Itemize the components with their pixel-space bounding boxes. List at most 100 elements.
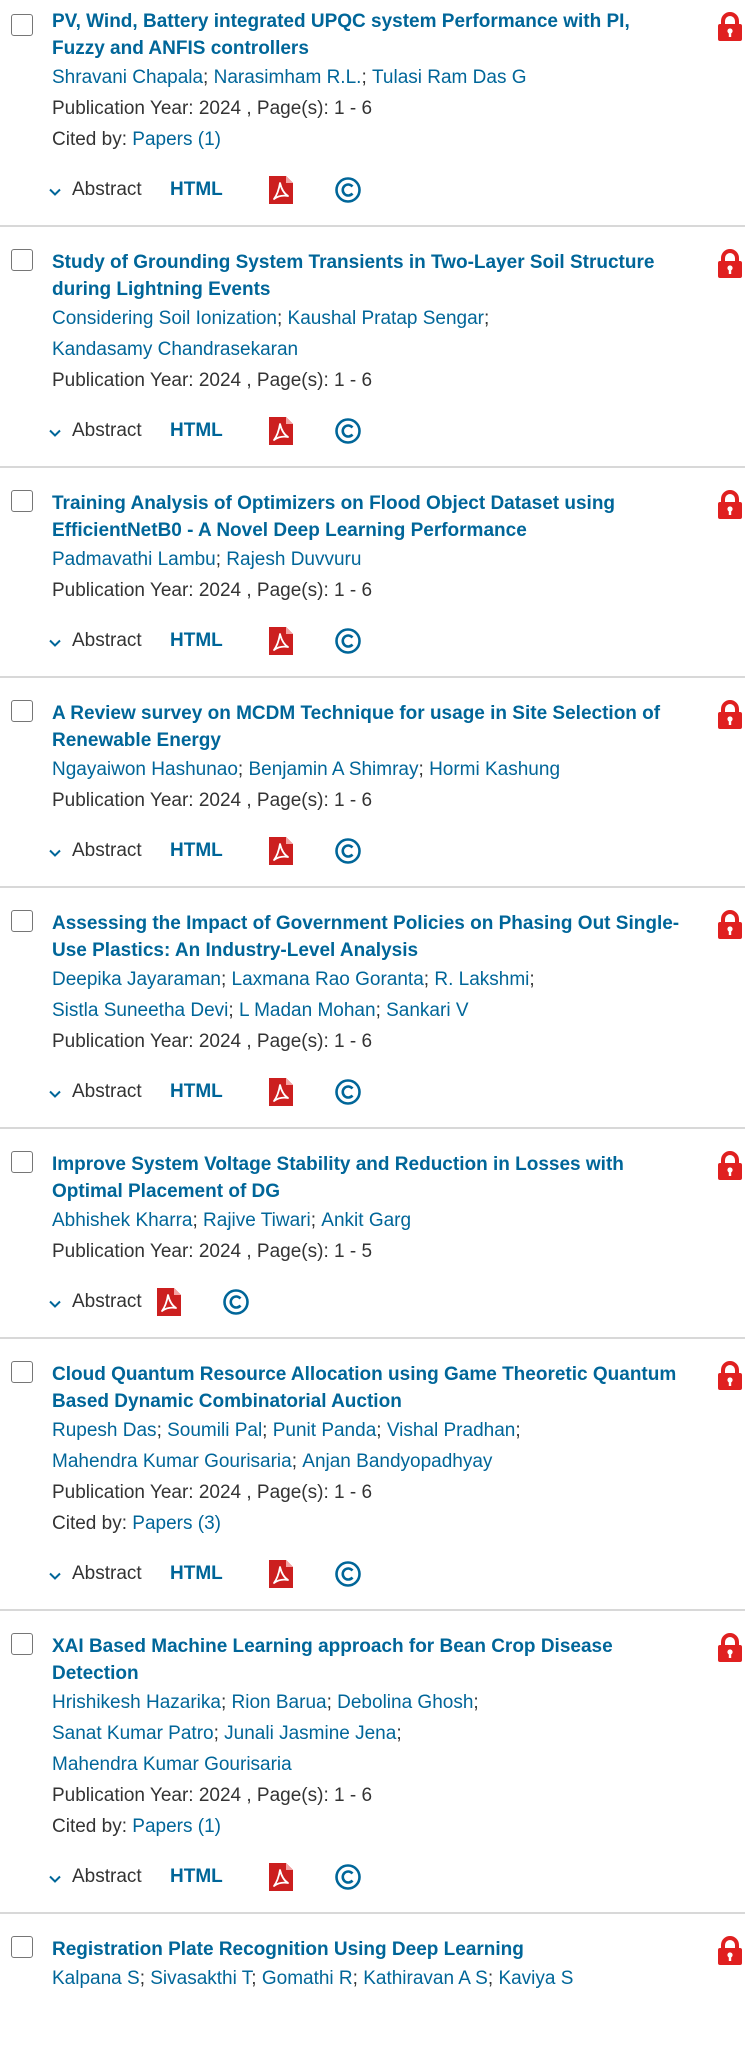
- copyright-icon[interactable]: [334, 837, 362, 865]
- html-link[interactable]: HTML: [170, 1563, 268, 1585]
- author-separator: ;: [291, 1451, 303, 1472]
- abstract-toggle[interactable]: Abstract: [49, 1866, 170, 1888]
- cited-papers-link[interactable]: Papers (1): [132, 1816, 221, 1837]
- result-title-link[interactable]: XAI Based Machine Learning approach for …: [52, 1633, 683, 1687]
- select-checkbox[interactable]: [11, 1936, 33, 1958]
- copyright-icon[interactable]: [222, 1288, 250, 1316]
- copyright-icon[interactable]: [334, 417, 362, 445]
- pdf-icon[interactable]: [268, 175, 294, 205]
- select-checkbox[interactable]: [11, 910, 33, 932]
- result-title-link[interactable]: Training Analysis of Optimizers on Flood…: [52, 490, 683, 544]
- copyright-icon[interactable]: [334, 627, 362, 655]
- author-link[interactable]: Mahendra Kumar Gourisaria: [52, 1451, 292, 1472]
- author-link[interactable]: Rupesh Das: [52, 1420, 157, 1441]
- author-link[interactable]: Gomathi R: [262, 1968, 353, 1989]
- author-separator: ;: [237, 759, 249, 780]
- abstract-toggle[interactable]: Abstract: [49, 1563, 170, 1585]
- author-link[interactable]: Kaushal Pratap Sengar: [288, 308, 484, 329]
- author-link[interactable]: Junali Jasmine Jena: [224, 1723, 396, 1744]
- result-title-link[interactable]: Improve System Voltage Stability and Red…: [52, 1151, 683, 1205]
- html-link[interactable]: HTML: [170, 840, 268, 862]
- result-title-link[interactable]: Cloud Quantum Resource Allocation using …: [52, 1361, 683, 1415]
- author-link[interactable]: Narasimham R.L.: [214, 67, 362, 88]
- select-checkbox[interactable]: [11, 1361, 33, 1383]
- author-link[interactable]: Kandasamy Chandrasekaran: [52, 339, 298, 360]
- lock-icon: [717, 1633, 743, 1663]
- abstract-toggle[interactable]: Abstract: [49, 1081, 170, 1103]
- author-separator: ;: [529, 969, 540, 990]
- author-link[interactable]: Ngayaiwon Hashunao: [52, 759, 238, 780]
- html-link[interactable]: HTML: [170, 1081, 268, 1103]
- author-link[interactable]: Mahendra Kumar Gourisaria: [52, 1754, 292, 1775]
- copyright-icon[interactable]: [334, 1560, 362, 1588]
- author-link[interactable]: Hormi Kashung: [429, 759, 560, 780]
- author-link[interactable]: Vishal Pradhan: [387, 1420, 516, 1441]
- author-line: Abhishek Kharra; Rajive Tiwari; Ankit Ga…: [52, 1205, 683, 1236]
- pdf-icon[interactable]: [268, 1077, 294, 1107]
- copyright-icon[interactable]: [334, 1078, 362, 1106]
- select-checkbox[interactable]: [11, 1633, 33, 1655]
- copyright-icon[interactable]: [334, 1863, 362, 1891]
- author-link[interactable]: Benjamin A Shimray: [248, 759, 418, 780]
- select-checkbox[interactable]: [11, 1151, 33, 1173]
- select-checkbox[interactable]: [11, 14, 33, 36]
- author-link[interactable]: Rion Barua: [232, 1692, 327, 1713]
- select-checkbox[interactable]: [11, 490, 33, 512]
- author-link[interactable]: Sistla Suneetha Devi: [52, 1000, 228, 1021]
- abstract-toggle[interactable]: Abstract: [49, 630, 170, 652]
- abstract-toggle[interactable]: Abstract: [49, 420, 170, 442]
- result-title-link[interactable]: Assessing the Impact of Government Polic…: [52, 910, 683, 964]
- author-link[interactable]: Shravani Chapala: [52, 67, 203, 88]
- author-link[interactable]: Kalpana S: [52, 1968, 140, 1989]
- author-link[interactable]: Kaviya S: [498, 1968, 573, 1989]
- author-link[interactable]: Abhishek Kharra: [52, 1210, 192, 1231]
- author-link[interactable]: Hrishikesh Hazarika: [52, 1692, 221, 1713]
- author-separator: ;: [220, 969, 232, 990]
- result-title-link[interactable]: A Review survey on MCDM Technique for us…: [52, 700, 683, 754]
- author-link[interactable]: R. Lakshmi: [434, 969, 529, 990]
- result-title-link[interactable]: Registration Plate Recognition Using Dee…: [52, 1936, 683, 1963]
- result-title-link[interactable]: Study of Grounding System Transients in …: [52, 249, 683, 303]
- abstract-toggle[interactable]: Abstract: [49, 840, 170, 862]
- author-link[interactable]: Rajive Tiwari: [203, 1210, 311, 1231]
- select-checkbox[interactable]: [11, 700, 33, 722]
- cited-papers-link[interactable]: Papers (1): [132, 129, 221, 150]
- author-link[interactable]: Punit Panda: [273, 1420, 377, 1441]
- author-link[interactable]: Considering Soil Ionization: [52, 308, 277, 329]
- html-link[interactable]: HTML: [170, 179, 268, 201]
- author-link[interactable]: Kathiravan A S: [363, 1968, 488, 1989]
- author-link[interactable]: Sanat Kumar Patro: [52, 1723, 214, 1744]
- cited-papers-link[interactable]: Papers (3): [132, 1513, 221, 1534]
- author-separator: ;: [276, 308, 288, 329]
- author-link[interactable]: Laxmana Rao Goranta: [232, 969, 424, 990]
- result-item: Training Analysis of Optimizers on Flood…: [0, 468, 745, 678]
- author-link[interactable]: Tulasi Ram Das G: [372, 67, 527, 88]
- author-link[interactable]: Sivasakthi T: [150, 1968, 251, 1989]
- abstract-toggle[interactable]: Abstract: [49, 1291, 156, 1313]
- author-link[interactable]: Soumili Pal: [167, 1420, 262, 1441]
- select-checkbox[interactable]: [11, 249, 33, 271]
- author-link[interactable]: Anjan Bandyopadhyay: [302, 1451, 492, 1472]
- author-link[interactable]: Rajesh Duvvuru: [226, 549, 361, 570]
- pdf-icon[interactable]: [268, 1862, 294, 1892]
- pdf-icon[interactable]: [268, 416, 294, 446]
- author-link[interactable]: Padmavathi Lambu: [52, 549, 216, 570]
- author-link[interactable]: Debolina Ghosh: [337, 1692, 473, 1713]
- html-link[interactable]: HTML: [170, 420, 268, 442]
- abstract-toggle[interactable]: Abstract: [49, 179, 170, 201]
- author-list: Shravani Chapala; Narasimham R.L.; Tulas…: [52, 62, 683, 93]
- author-link[interactable]: Ankit Garg: [321, 1210, 411, 1231]
- author-link[interactable]: Deepika Jayaraman: [52, 969, 221, 990]
- pdf-icon[interactable]: [268, 1559, 294, 1589]
- html-link[interactable]: HTML: [170, 630, 268, 652]
- result-title-link[interactable]: PV, Wind, Battery integrated UPQC system…: [52, 8, 683, 62]
- result-content: Cloud Quantum Resource Allocation using …: [49, 1347, 683, 1601]
- html-link[interactable]: HTML: [170, 1866, 268, 1888]
- pdf-icon[interactable]: [268, 626, 294, 656]
- copyright-icon[interactable]: [334, 176, 362, 204]
- author-link[interactable]: Sankari V: [386, 1000, 468, 1021]
- pdf-icon[interactable]: [268, 836, 294, 866]
- pdf-icon[interactable]: [156, 1287, 182, 1317]
- result-content: XAI Based Machine Learning approach for …: [49, 1619, 683, 1904]
- author-link[interactable]: L Madan Mohan: [239, 1000, 376, 1021]
